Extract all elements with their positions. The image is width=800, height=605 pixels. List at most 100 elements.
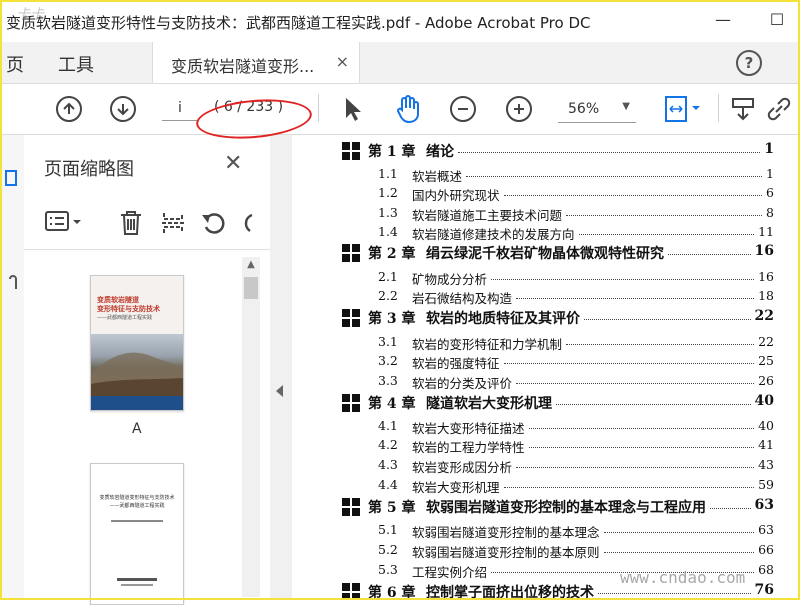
toc-page-number: 59 <box>758 477 774 492</box>
toc-section-row[interactable]: 1.4 软岩隧道修建技术的发展方向 11 <box>292 222 782 242</box>
toc-leader-dots <box>556 392 751 405</box>
menu-tools[interactable]: 工具 <box>58 51 94 77</box>
toc-page-number: 16 <box>754 243 774 259</box>
toc-title: 软岩的工程力学特性 <box>412 440 525 455</box>
toc-chapter-row[interactable]: 第 3 章软岩的地质特征及其评价 22 <box>292 307 782 327</box>
toc-leader-dots <box>668 242 751 255</box>
toc-title: 国内外研究现状 <box>412 188 500 203</box>
toc-section-row[interactable]: 3.3 软岩的分类及评价 26 <box>292 371 782 391</box>
toc-section-row[interactable]: 4.4 软岩大变形机理 59 <box>292 475 782 495</box>
trash-icon[interactable] <box>118 209 144 241</box>
toc-number: 3.1 <box>378 334 398 349</box>
toc-section-row[interactable]: 5.2 软弱围岩隧道变形控制的基本原则 66 <box>292 540 782 560</box>
thumbnails-panel: 页面缩略图 ✕ ▲ 变质软岩隧道 变形特征与支防技术 ——武都西隧道工程实践 A… <box>24 135 271 605</box>
toc-leader-dots <box>458 140 760 153</box>
toc-section-row[interactable]: 3.2 软岩的强度特征 25 <box>292 351 782 371</box>
toc-title: 绪论 <box>426 144 454 160</box>
export-icon[interactable] <box>730 96 756 126</box>
toc-title: 软岩的强度特征 <box>412 356 500 371</box>
toc-chapter-row[interactable]: 第 1 章绪论 1 <box>292 140 782 160</box>
document-view[interactable]: 第 1 章绪论 1 1.1 软岩概述 1 1.2 国内外研究现状 6 1.3 软岩隧道施工主要技术… <box>292 135 798 598</box>
toc-number: 4.3 <box>378 457 398 472</box>
toc-section-row[interactable]: 1.3 软岩隧道施工主要技术问题 8 <box>292 203 782 223</box>
zoom-in-icon[interactable] <box>506 96 532 122</box>
panel-collapse-strip[interactable] <box>270 135 292 598</box>
toc-leader-dots <box>529 435 754 448</box>
toc-page-number: 16 <box>758 269 774 284</box>
attachments-icon[interactable] <box>4 275 18 299</box>
thumbnail-label: A <box>132 421 142 437</box>
toolbar-divider <box>718 94 719 122</box>
toc-leader-dots <box>504 183 762 196</box>
toc-leader-dots <box>604 520 754 533</box>
collapse-arrow-icon[interactable] <box>276 385 283 397</box>
rotate-icon[interactable] <box>200 209 228 241</box>
tab-document[interactable]: 变质软岩隧道变形... × <box>152 42 360 83</box>
toc-leader-dots <box>566 203 762 216</box>
toc-section-row[interactable]: 1.1 软岩概述 1 <box>292 164 782 184</box>
title-page-city <box>121 584 153 586</box>
page-thumbnail[interactable]: 变质软岩隧道 变形特征与支防技术 ——武都西隧道工程实践 <box>90 275 184 411</box>
toc-page-number: 63 <box>754 497 774 513</box>
toc-leader-dots <box>466 164 762 177</box>
toc-page-number: 8 <box>766 205 774 220</box>
page-number-input[interactable]: i <box>162 96 198 121</box>
help-icon[interactable]: ? <box>736 50 762 76</box>
toc-number: 5.3 <box>378 562 398 577</box>
toc-chapter-row[interactable]: 第 5 章软弱围岩隧道变形控制的基本理念与工程应用 63 <box>292 496 782 516</box>
toc-title: 软岩变形成因分析 <box>412 460 513 475</box>
toc-section-row[interactable]: 2.1 矿物成分分析 16 <box>292 267 782 287</box>
toc-page-number: 1 <box>766 166 774 181</box>
title-bar: 变质软岩隧道变形特性与支防技术：武都西隧道工程实践.pdf - Adobe Ac… <box>2 2 798 42</box>
options-menu-icon[interactable] <box>44 209 84 239</box>
select-tool-icon[interactable] <box>342 96 364 126</box>
toc-section-row[interactable]: 4.1 软岩大变形特征描述 40 <box>292 416 782 436</box>
close-icon[interactable]: ✕ <box>224 151 242 176</box>
maximize-button[interactable]: ☐ <box>762 10 792 29</box>
toc-section-row[interactable]: 5.1 软弱围岩隧道变形控制的基本理念 63 <box>292 520 782 540</box>
page-thumbnail[interactable]: 变质软岩隧道变形特征与支防技术 ——武都西隧道工程实践 <box>90 463 184 605</box>
link-icon[interactable] <box>764 96 794 126</box>
watermark-top: 卡卡 <box>16 7 44 23</box>
toc-number: 第 1 章 <box>368 144 416 160</box>
toc-page-number: 66 <box>758 542 774 557</box>
hand-tool-icon[interactable] <box>394 94 422 128</box>
toc-section-row[interactable]: 1.2 国内外研究现状 6 <box>292 183 782 203</box>
toc-page-number: 43 <box>758 457 774 472</box>
toc-section-row[interactable]: 4.3 软岩变形成因分析 43 <box>292 455 782 475</box>
toc-page-number: 25 <box>758 353 774 368</box>
chapter-bullet-icon <box>342 394 360 412</box>
extract-page-icon[interactable] <box>160 209 186 241</box>
zoom-select[interactable]: 56% ▼ <box>558 96 636 123</box>
page-thumbnails-icon[interactable] <box>4 169 18 193</box>
rotate-clockwise-icon[interactable] <box>240 209 254 241</box>
toc-section-row[interactable]: 2.2 岩石微结构及构造 18 <box>292 286 782 306</box>
next-page-icon[interactable] <box>110 96 136 122</box>
toc-chapter-row[interactable]: 第 4 章隧道软岩大变形机理 40 <box>292 392 782 412</box>
fit-page-icon[interactable] <box>662 94 702 128</box>
chapter-bullet-icon <box>342 142 360 160</box>
toc-section-row[interactable]: 3.1 软岩的变形特征和力学机制 22 <box>292 332 782 352</box>
tab-close-icon[interactable]: × <box>336 52 349 71</box>
previous-page-icon[interactable] <box>56 96 82 122</box>
scrollbar-thumb[interactable] <box>244 277 258 299</box>
toc-leader-dots <box>491 267 754 280</box>
cover-mountain-image <box>91 334 183 396</box>
zoom-out-icon[interactable] <box>450 96 476 122</box>
toc-section-row[interactable]: 4.2 软岩的工程力学特性 41 <box>292 435 782 455</box>
toc-leader-dots <box>584 307 751 320</box>
zoom-value: 56% <box>568 101 600 117</box>
thumbnails-scrollbar[interactable]: ▲ <box>242 257 260 597</box>
toc-title: 软弱围岩隧道变形控制的基本理念与工程应用 <box>426 500 706 516</box>
toc-title: 软岩大变形机理 <box>412 480 500 495</box>
chevron-up-icon[interactable]: ▲ <box>242 259 260 270</box>
watermark-bottom: www.cndao.com <box>620 568 746 587</box>
toc-chapter-row[interactable]: 第 2 章绢云绿泥千枚岩矿物晶体微观特性研究 16 <box>292 242 782 262</box>
toc-page-number: 1 <box>764 141 774 157</box>
minimize-button[interactable]: — <box>708 10 738 29</box>
toc-page-number: 22 <box>758 334 774 349</box>
menu-home[interactable]: 页 <box>6 51 24 77</box>
toc-page-number: 41 <box>758 437 774 452</box>
toc-number: 1.3 <box>378 205 398 220</box>
title-page-rule <box>111 520 163 522</box>
